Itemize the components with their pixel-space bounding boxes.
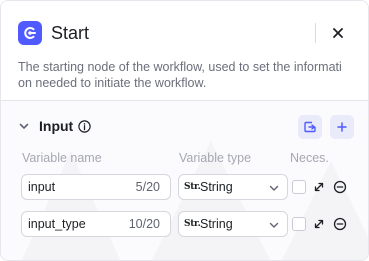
required-checkbox[interactable] [292,217,306,231]
column-header-type: Variable type [179,151,252,165]
expand-icon[interactable] [312,180,326,194]
input-section-toggle[interactable]: Input [18,116,92,136]
expand-icon[interactable] [312,217,326,231]
variable-name-count: 10/20 [128,217,160,231]
string-type-icon: Str. [184,182,201,192]
node-title: Start [51,23,90,43]
description-line-2: on needed to initiate the workflow. [18,76,207,90]
close-button[interactable] [328,23,348,43]
column-header-name: Variable name [22,151,102,165]
add-variable-button[interactable] [330,115,354,139]
chevron-down-icon [269,222,279,228]
variable-type-select[interactable]: Str. String [178,211,288,237]
column-header-required: Neces. [290,151,329,165]
input-section-title: Input [39,118,74,134]
node-header: Start The starting node of the workflow,… [1,1,368,101]
info-icon[interactable] [78,119,92,133]
variable-type-value: String [200,180,233,194]
variable-name-value: input [28,180,56,194]
variable-name-input[interactable]: input_type 10/20 [21,211,171,237]
variable-name-count: 5/20 [135,180,160,194]
variable-type-select[interactable]: Str. String [178,174,288,200]
variable-row: input 5/20 Str. String [1,174,368,200]
string-type-icon: Str. [184,219,201,229]
description-line-1: The starting node of the workflow, used … [18,60,342,74]
node-description: The starting node of the workflow, used … [18,59,363,91]
variable-row: input_type 10/20 Str. String [1,211,368,237]
start-node-icon [18,21,42,45]
chevron-down-icon [18,119,32,133]
remove-icon[interactable] [333,217,347,231]
import-icon [304,121,316,133]
close-icon [333,28,343,38]
header-divider [315,23,316,43]
import-variables-button[interactable] [298,115,322,139]
variable-name-input[interactable]: input 5/20 [21,174,171,200]
start-node-panel: Start The starting node of the workflow,… [0,0,369,261]
required-checkbox[interactable] [292,180,306,194]
chevron-down-icon [269,185,279,191]
variable-type-value: String [200,217,233,231]
plus-icon [337,122,347,132]
remove-icon[interactable] [333,180,347,194]
variable-name-value: input_type [28,217,86,231]
